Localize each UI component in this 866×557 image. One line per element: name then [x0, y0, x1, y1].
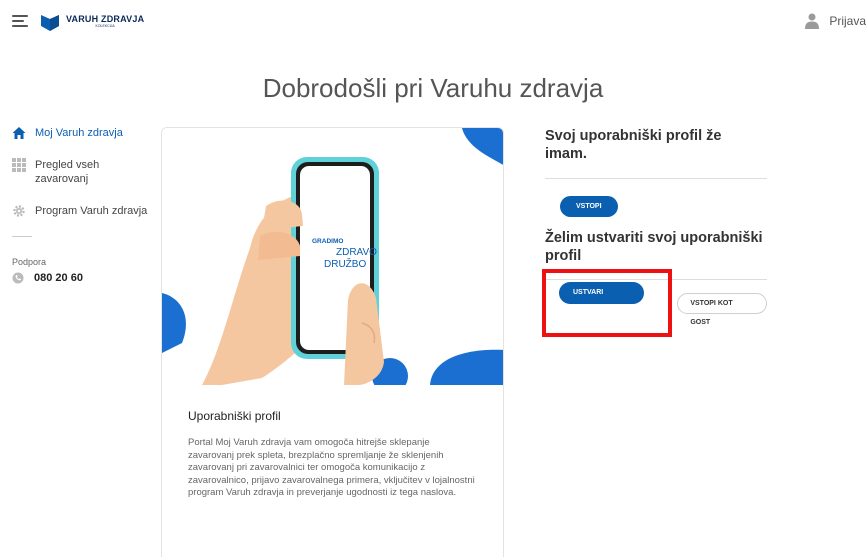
phone-icon — [12, 272, 24, 284]
card-title: Uporabniški profil — [188, 409, 281, 423]
vstopi-button[interactable]: VSTOPI — [560, 196, 618, 217]
profile-info-card: GRADIMO ZDRAVO DRUŽBO Uporabniški profil… — [161, 127, 504, 557]
existing-profile-heading: Svoj uporabniški profil že imam. — [545, 128, 722, 162]
sidebar-divider — [12, 236, 32, 237]
home-icon — [12, 127, 26, 139]
profile-actions: Svoj uporabniški profil že imam. VSTOPI … — [542, 127, 767, 337]
support-phone: 080 20 60 — [34, 272, 83, 284]
support-phone-link[interactable]: 080 20 60 — [12, 272, 152, 284]
sidebar-item-pregled[interactable]: Pregled vseh zavarovanj — [12, 158, 152, 186]
card-description: Portal Moj Varuh zdravja vam omogoča hit… — [188, 437, 475, 498]
grid-icon — [12, 158, 26, 172]
new-profile-heading: Želim ustvariti svoj uporabniški profil — [545, 230, 763, 264]
logo-shield-icon — [41, 15, 59, 31]
guest-login-button[interactable]: VSTOPI KOT GOST — [677, 292, 767, 326]
user-icon — [805, 13, 820, 29]
page-title: Dobrodošli pri Varuhu zdravja — [262, 73, 604, 103]
create-profile-button[interactable]: USTVARI PROFIL — [559, 282, 645, 318]
illustration-text-2: ZDRAVO — [336, 247, 377, 258]
sidebar-item-moj-varuh[interactable]: Moj Varuh zdravja — [12, 126, 152, 140]
sidebar-item-label: Pregled vseh zavarovanj — [35, 159, 100, 185]
illustration-text-1: GRADIMO — [312, 238, 343, 245]
menu-icon[interactable] — [12, 15, 28, 27]
divider — [545, 178, 767, 179]
logo-title: VARUH ZDRAVJA — [66, 14, 145, 25]
phone-hand-illustration: GRADIMO ZDRAVO DRUŽBO — [162, 128, 503, 385]
highlight-box: USTVARI PROFIL — [542, 269, 673, 337]
sidebar-item-label: Program Varuh zdravja — [35, 205, 148, 217]
gear-icon — [13, 205, 25, 217]
sidebar: Moj Varuh zdravja Pregled vseh zavarovan… — [12, 126, 152, 284]
sidebar-item-label: Moj Varuh zdravja — [35, 127, 123, 139]
logo[interactable]: VARUH ZDRAVJA KOLEKCIJA — [40, 12, 144, 32]
login-label: Prijava — [829, 14, 866, 28]
login-button[interactable]: Prijava — [805, 13, 866, 29]
logo-subtitle: KOLEKCIJA — [95, 24, 115, 29]
support-label: Podpora — [12, 257, 47, 267]
illustration-text-3: DRUŽBO — [324, 257, 366, 270]
sidebar-item-program[interactable]: Program Varuh zdravja — [12, 204, 152, 218]
